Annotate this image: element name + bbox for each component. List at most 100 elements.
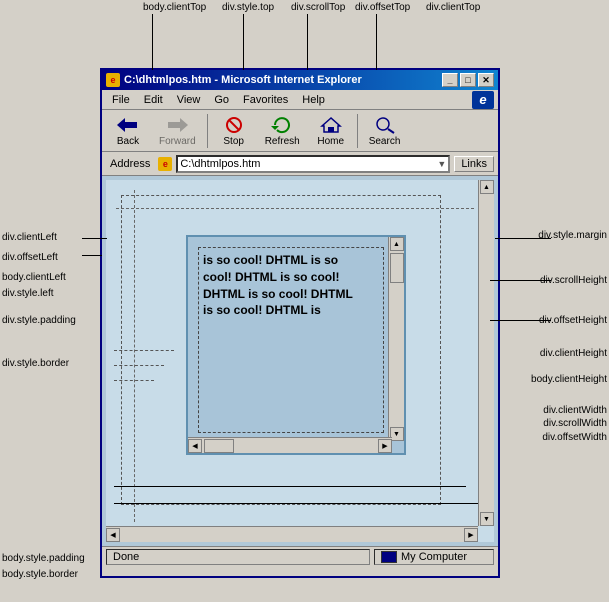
line-div-offset-height bbox=[490, 320, 551, 321]
menu-edit[interactable]: Edit bbox=[138, 92, 169, 108]
outer-hscroll-right[interactable]: ▶ bbox=[464, 528, 478, 542]
anno-div-offset-top: div.offsetTop bbox=[355, 2, 410, 13]
address-ie-icon: e bbox=[158, 157, 172, 171]
anno-body-style-border: body.style.border bbox=[2, 569, 78, 580]
address-value: C:\dhtmlpos.htm bbox=[180, 158, 260, 170]
maximize-button[interactable]: □ bbox=[460, 73, 476, 87]
diagram-container: body.clientTop div.style.top div.scrollT… bbox=[0, 0, 609, 602]
line-client-left bbox=[82, 238, 107, 239]
anno-div-offset-width: div.offsetWidth bbox=[542, 432, 607, 443]
status-computer-section: My Computer bbox=[374, 549, 494, 565]
anno-div-client-left: div.clientLeft bbox=[2, 232, 57, 243]
address-dropdown-icon[interactable]: ▼ bbox=[437, 159, 446, 169]
outer-vscroll-up[interactable]: ▲ bbox=[480, 180, 494, 194]
inner-div: is so cool! DHTML is so cool! DHTML is s… bbox=[186, 235, 406, 455]
stop-icon bbox=[222, 114, 246, 136]
ie-icon: e bbox=[106, 73, 120, 87]
minimize-button[interactable]: _ bbox=[442, 73, 458, 87]
forward-icon bbox=[165, 114, 189, 136]
line-div-style-margin bbox=[495, 238, 551, 239]
anno-body-client-top: body.clientTop bbox=[143, 2, 206, 13]
address-label: Address bbox=[106, 158, 154, 170]
div-text-content: is so cool! DHTML is so cool! DHTML is s… bbox=[203, 252, 363, 319]
anno-div-style-border: div.style.border bbox=[2, 358, 69, 369]
stop-button[interactable]: Stop bbox=[212, 111, 256, 150]
toolbar-sep-1 bbox=[207, 114, 208, 148]
search-label: Search bbox=[369, 136, 401, 147]
links-button[interactable]: Links bbox=[454, 156, 494, 172]
home-button[interactable]: Home bbox=[309, 111, 353, 150]
toolbar: Back Forward Stop R bbox=[102, 110, 498, 152]
anno-div-client-height: div.clientHeight bbox=[540, 348, 607, 359]
ie-window: e C:\dhtmlpos.htm - Microsoft Internet E… bbox=[100, 68, 500, 578]
anno-div-client-top2: div.clientTop bbox=[426, 2, 480, 13]
refresh-icon bbox=[270, 114, 294, 136]
hscroll-right-button[interactable]: ▶ bbox=[378, 439, 392, 453]
outer-hscroll[interactable]: ◀ ▶ bbox=[106, 526, 478, 542]
status-computer: My Computer bbox=[401, 551, 467, 563]
anno-div-scroll-top: div.scrollTop bbox=[291, 2, 345, 13]
anno-div-style-margin: div.style.margin bbox=[538, 230, 607, 241]
home-icon bbox=[319, 114, 343, 136]
outer-vscroll[interactable]: ▲ ▼ bbox=[478, 180, 494, 526]
status-text-section: Done bbox=[106, 549, 370, 565]
h-line-offset-left bbox=[114, 365, 164, 366]
body-client-width-arrow bbox=[114, 486, 466, 487]
search-icon bbox=[373, 114, 397, 136]
title-controls[interactable]: _ □ ✕ bbox=[442, 73, 494, 87]
anno-div-offset-left: div.offsetLeft bbox=[2, 252, 58, 263]
refresh-button[interactable]: Refresh bbox=[258, 111, 307, 150]
inner-hscroll[interactable]: ◀ ▶ bbox=[188, 437, 392, 453]
anno-div-style-top: div.style.top bbox=[222, 2, 274, 13]
forward-label: Forward bbox=[159, 136, 196, 147]
content-area: is so cool! DHTML is so cool! DHTML is s… bbox=[102, 176, 498, 546]
vscroll-up-button[interactable]: ▲ bbox=[390, 237, 404, 251]
title-bar: e C:\dhtmlpos.htm - Microsoft Internet E… bbox=[102, 70, 498, 90]
menu-favorites[interactable]: Favorites bbox=[237, 92, 294, 108]
stop-label: Stop bbox=[223, 136, 244, 147]
line-div-scroll-height bbox=[490, 280, 551, 281]
content-text: is so cool! DHTML is so cool! DHTML is s… bbox=[203, 253, 353, 317]
back-icon bbox=[116, 114, 140, 136]
line-div-scroll-top bbox=[307, 14, 308, 70]
close-button[interactable]: ✕ bbox=[478, 73, 494, 87]
inner-vscroll[interactable]: ▲ ▼ bbox=[388, 237, 404, 441]
status-text: Done bbox=[113, 551, 139, 563]
address-input[interactable]: C:\dhtmlpos.htm ▼ bbox=[176, 155, 450, 173]
outer-vscroll-down[interactable]: ▼ bbox=[480, 512, 494, 526]
home-label: Home bbox=[317, 136, 344, 147]
window-title: C:\dhtmlpos.htm - Microsoft Internet Exp… bbox=[124, 74, 362, 86]
anno-div-style-left: div.style.left bbox=[2, 288, 54, 299]
anno-div-scroll-width: div.scrollWidth bbox=[543, 418, 607, 429]
anno-div-style-padding: div.style.padding bbox=[2, 315, 76, 326]
anno-div-client-width: div.clientWidth bbox=[543, 405, 607, 416]
search-button[interactable]: Search bbox=[362, 111, 408, 150]
ie-logo-icon: e bbox=[472, 91, 494, 109]
menu-file[interactable]: File bbox=[106, 92, 136, 108]
title-bar-left: e C:\dhtmlpos.htm - Microsoft Internet E… bbox=[106, 73, 362, 87]
refresh-label: Refresh bbox=[265, 136, 300, 147]
anno-body-client-left: body.clientLeft bbox=[2, 272, 66, 283]
forward-button[interactable]: Forward bbox=[152, 111, 203, 150]
body-offset-width-arrow bbox=[114, 503, 486, 504]
anno-body-client-height: body.clientHeight bbox=[531, 374, 607, 385]
hscroll-thumb[interactable] bbox=[204, 439, 234, 453]
hscroll-left-button[interactable]: ◀ bbox=[188, 439, 202, 453]
toolbar-sep-2 bbox=[357, 114, 358, 148]
status-bar: Done My Computer bbox=[102, 546, 498, 566]
monitor-icon bbox=[381, 551, 397, 563]
address-bar: Address e C:\dhtmlpos.htm ▼ Links bbox=[102, 152, 498, 176]
outer-hscroll-left[interactable]: ◀ bbox=[106, 528, 120, 542]
menu-view[interactable]: View bbox=[171, 92, 207, 108]
back-label: Back bbox=[117, 136, 139, 147]
anno-body-style-padding: body.style.padding bbox=[2, 553, 85, 564]
menu-bar: File Edit View Go Favorites Help e bbox=[102, 90, 498, 110]
h-line-client-left bbox=[114, 350, 174, 351]
line-div-style-top bbox=[243, 14, 244, 70]
back-button[interactable]: Back bbox=[106, 111, 150, 150]
menu-help[interactable]: Help bbox=[296, 92, 331, 108]
h-line-body-left bbox=[114, 380, 154, 381]
menu-go[interactable]: Go bbox=[208, 92, 235, 108]
vscroll-thumb[interactable] bbox=[390, 253, 404, 283]
line-body-client-top bbox=[152, 14, 153, 70]
